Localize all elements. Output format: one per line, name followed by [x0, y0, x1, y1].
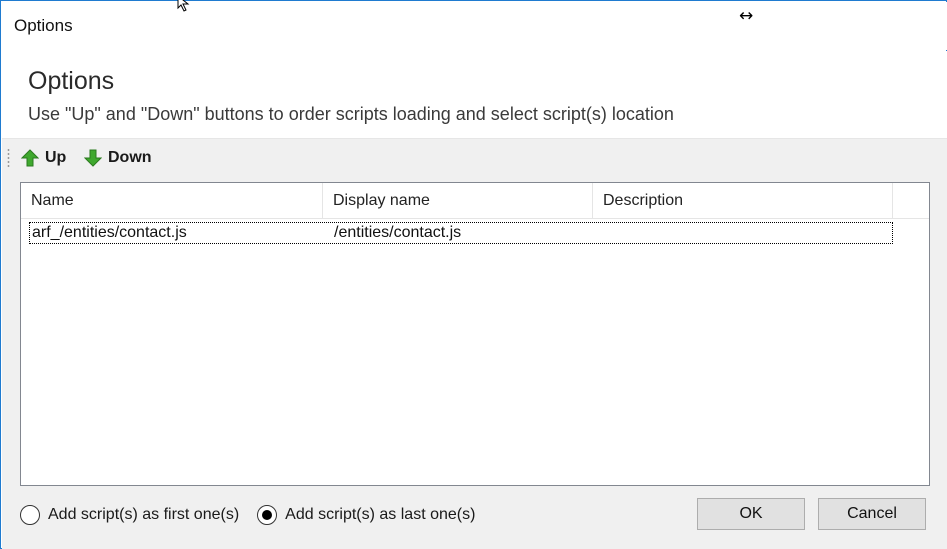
column-header-name[interactable]: Name [21, 183, 323, 219]
column-header-description[interactable]: Description [593, 183, 893, 219]
mouse-pointer-icon [177, 0, 190, 12]
list-header: Name Display name Description [21, 183, 929, 219]
scripts-list[interactable]: Name Display name Description arf_/entit… [20, 182, 930, 486]
location-options: Add script(s) as first one(s) Add script… [20, 503, 493, 527]
radio-last[interactable]: Add script(s) as last one(s) [257, 505, 475, 525]
body-area: Up Down Name Display name Description ar… [2, 139, 947, 549]
arrow-down-green-icon [83, 149, 103, 167]
window-title: Options [14, 16, 73, 35]
title-bar[interactable]: Options ↔ [2, 2, 947, 50]
header-panel: Options Use "Up" and "Down" buttons to o… [2, 51, 947, 139]
down-button[interactable]: Down [83, 146, 152, 170]
ok-button[interactable]: OK [697, 498, 805, 530]
cell-description [602, 223, 892, 243]
radio-selected-dot [262, 510, 273, 520]
toolbar-grip[interactable] [7, 148, 10, 168]
column-header-display-name[interactable]: Display name [323, 183, 593, 219]
page-subtitle: Use "Up" and "Down" buttons to order scr… [28, 104, 674, 124]
radio-last-circle[interactable] [257, 505, 278, 525]
cell-name: arf_/entities/contact.js [32, 224, 187, 241]
radio-first-circle[interactable] [20, 505, 40, 525]
arrow-up-green-icon [20, 149, 40, 167]
cancel-button[interactable]: Cancel [818, 498, 926, 530]
toolbar: Up Down [2, 143, 947, 173]
up-button[interactable]: Up [20, 146, 67, 170]
radio-first-label[interactable]: Add script(s) as first one(s) [48, 506, 239, 524]
options-window: Options ↔ Options Use "Up" and "Down" bu… [0, 0, 947, 549]
page-title: Options [28, 67, 115, 95]
list-item[interactable]: arf_/entities/contact.js /entities/conta… [29, 222, 893, 244]
cell-display-name: /entities/contact.js [334, 224, 462, 241]
radio-last-label[interactable]: Add script(s) as last one(s) [285, 506, 475, 524]
column-header-filler [893, 183, 929, 219]
up-button-label: Up [45, 149, 67, 166]
radio-first[interactable]: Add script(s) as first one(s) [20, 505, 239, 525]
resize-cursor-icon: ↔ [739, 6, 754, 26]
down-button-label: Down [108, 149, 152, 166]
